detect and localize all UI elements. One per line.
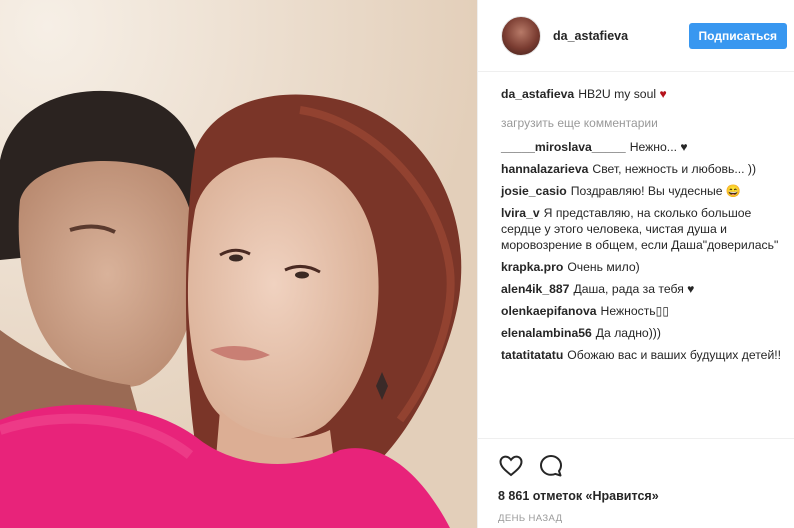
comment-item: olenkaepifanova Нежность▯▯ bbox=[501, 303, 783, 319]
comment-text: Нежно... ♥ bbox=[629, 140, 688, 154]
caption-username[interactable]: da_astafieva bbox=[501, 87, 574, 101]
post-actions: 8 861 отметок «Нравится» ДЕНЬ НАЗАД bbox=[478, 438, 794, 528]
heart-emoji-icon: ♥ bbox=[659, 87, 667, 101]
comment-text: Даша, рада за тебя ♥ bbox=[573, 282, 695, 296]
comment-item: josie_casio Поздравляю! Вы чудесные 😄 bbox=[501, 183, 783, 199]
comment-username[interactable]: krapka.pro bbox=[501, 260, 563, 274]
caption-text: HB2U my soul bbox=[578, 87, 657, 101]
comment-text: Поздравляю! Вы чудесные 😄 bbox=[570, 184, 742, 198]
instagram-post: da_astafieva Подписаться da_astafieva HB2… bbox=[0, 0, 794, 528]
comment-item: hannalazarieva Свет, нежность и любовь...… bbox=[501, 161, 783, 177]
comment-item: _____miroslava_____ Нежно... ♥ bbox=[501, 139, 783, 155]
heart-icon[interactable] bbox=[498, 453, 524, 479]
comment-username[interactable]: olenkaepifanova bbox=[501, 304, 597, 318]
caption: da_astafieva HB2U my soul ♥ bbox=[501, 86, 783, 102]
post-side-panel: da_astafieva Подписаться da_astafieva HB2… bbox=[477, 0, 794, 528]
comment-text: Свет, нежность и любовь... )) bbox=[592, 162, 757, 176]
comment-username[interactable]: josie_casio bbox=[501, 184, 567, 198]
comment-username[interactable]: lvira_v bbox=[501, 206, 540, 220]
post-timestamp[interactable]: ДЕНЬ НАЗАД bbox=[498, 513, 794, 524]
comment-text: Нежность▯▯ bbox=[600, 304, 670, 318]
comment-username[interactable]: elenalambina56 bbox=[501, 326, 592, 340]
comment-item: tatatitatatu Обожаю вас и ваших будущих д… bbox=[501, 347, 783, 363]
comment-username[interactable]: _____miroslava_____ bbox=[501, 140, 626, 154]
comment-item: krapka.pro Очень мило) bbox=[501, 259, 783, 275]
load-more-comments-link[interactable]: загрузить еще комментарии bbox=[501, 116, 783, 130]
comment-username[interactable]: tatatitatatu bbox=[501, 348, 563, 362]
comment-text: Я представляю, на сколько большое сердце… bbox=[501, 206, 779, 252]
comment-item: elenalambina56 Да ладно))) bbox=[501, 325, 783, 341]
comment-text: Да ладно))) bbox=[595, 326, 661, 340]
selfie-image bbox=[0, 0, 477, 528]
action-icons bbox=[498, 453, 794, 479]
comment-username[interactable]: alen4ik_887 bbox=[501, 282, 569, 296]
comment-text: Обожаю вас и ваших будущих детей!! bbox=[567, 348, 782, 362]
header-username[interactable]: da_astafieva bbox=[553, 29, 628, 43]
post-photo[interactable] bbox=[0, 0, 477, 528]
comment-item: alen4ik_887 Даша, рада за тебя ♥ bbox=[501, 281, 783, 297]
follow-button[interactable]: Подписаться bbox=[688, 23, 787, 49]
comments-section: da_astafieva HB2U my soul ♥ загрузить еще… bbox=[501, 86, 783, 369]
comment-text: Очень мило) bbox=[567, 260, 640, 274]
avatar[interactable] bbox=[501, 15, 541, 56]
likes-count[interactable]: 8 861 отметок «Нравится» bbox=[498, 489, 794, 503]
comment-icon[interactable] bbox=[538, 453, 564, 479]
post-header: da_astafieva Подписаться bbox=[478, 0, 794, 72]
comment-item: lvira_v Я представляю, на сколько большое… bbox=[501, 205, 783, 253]
comment-username[interactable]: hannalazarieva bbox=[501, 162, 588, 176]
